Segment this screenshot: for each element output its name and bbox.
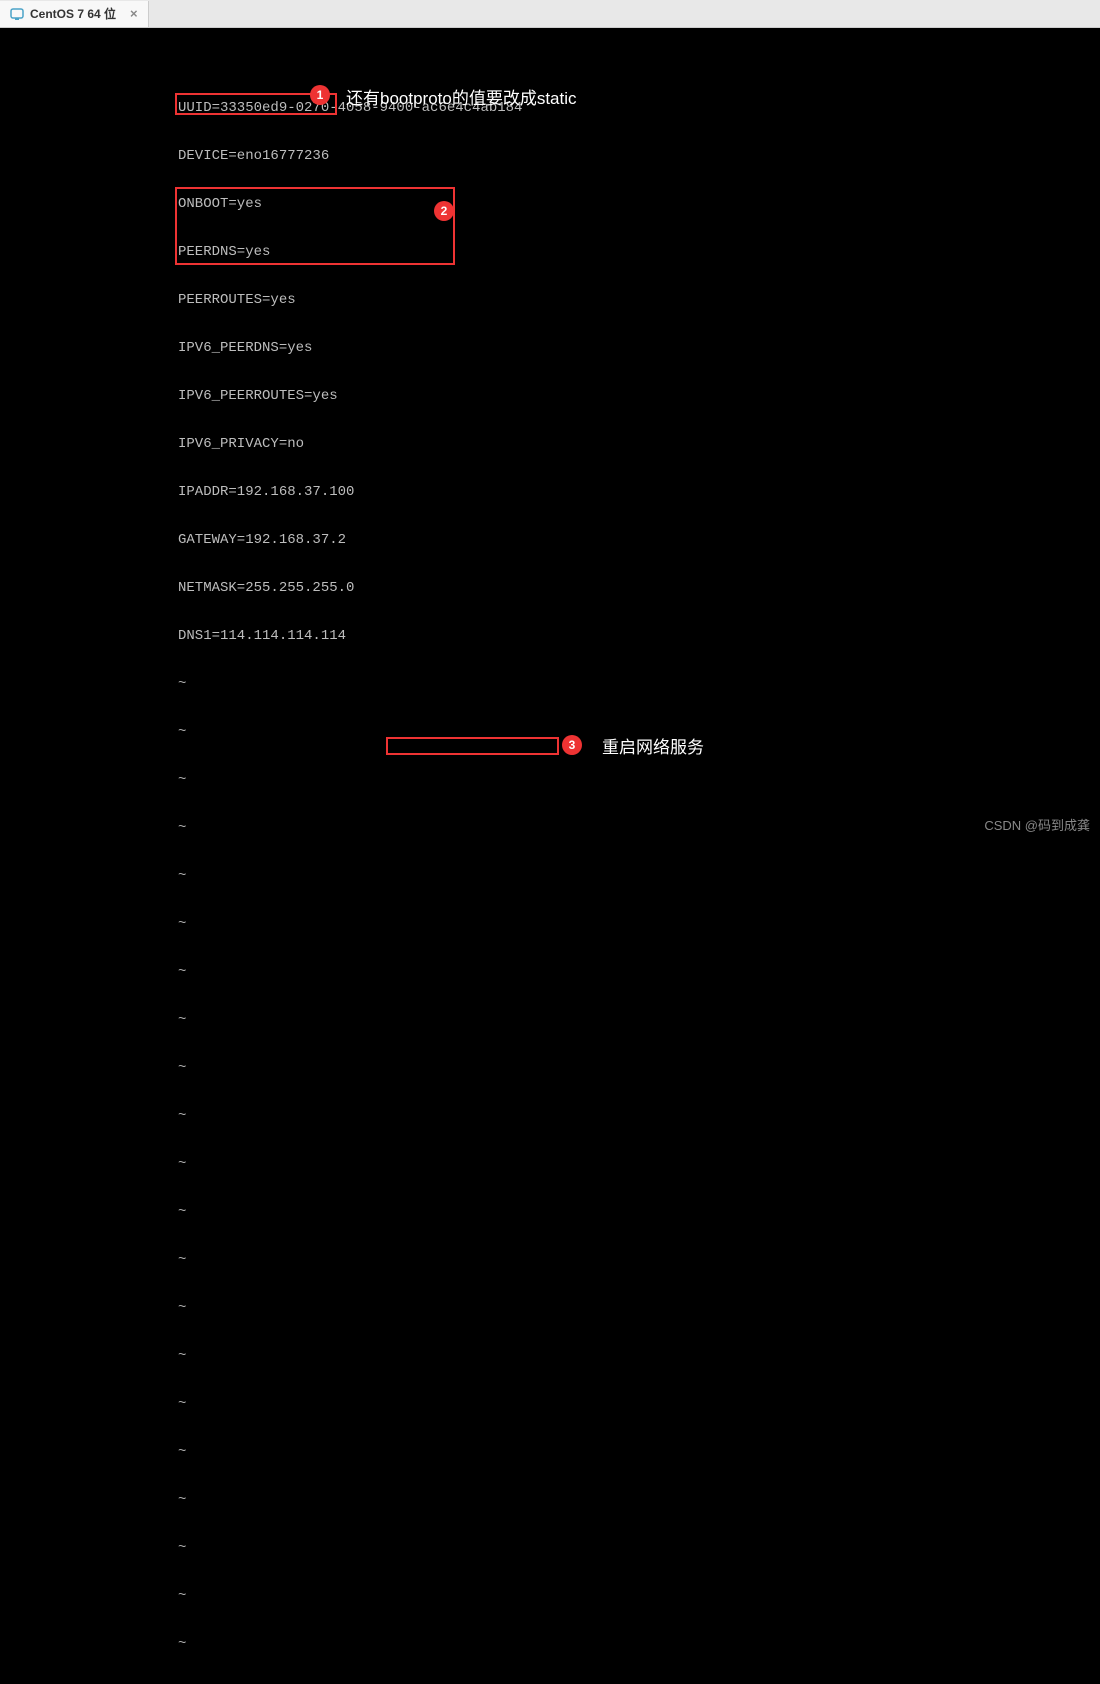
- cfg-netmask: NETMASK=255.255.255.0: [178, 580, 1100, 596]
- tab-bar: CentOS 7 64 位 ×: [0, 0, 1100, 28]
- cfg-ipaddr: IPADDR=192.168.37.100: [178, 484, 1100, 500]
- vm-icon: [10, 7, 24, 21]
- badge-3: 3: [562, 735, 582, 755]
- tilde-line: ~: [178, 820, 1100, 836]
- cfg-dns1: DNS1=114.114.114.114: [178, 628, 1100, 644]
- tilde-line: ~: [178, 1156, 1100, 1172]
- cfg-onboot: ONBOOT=yes: [178, 196, 1100, 212]
- tilde-line: ~: [178, 1348, 1100, 1364]
- tilde-line: ~: [178, 1300, 1100, 1316]
- tilde-line: ~: [178, 676, 1100, 692]
- badge-1: 1: [310, 85, 330, 105]
- tilde-line: ~: [178, 916, 1100, 932]
- cfg-peerroutes: PEERROUTES=yes: [178, 292, 1100, 308]
- annotation-3: 重启网络服务: [602, 733, 704, 758]
- cfg-ipv6peerroutes: IPV6_PEERROUTES=yes: [178, 388, 1100, 404]
- watermark: CSDN @码到成龚: [984, 815, 1090, 834]
- badge-2: 2: [434, 201, 454, 221]
- tilde-line: ~: [178, 772, 1100, 788]
- close-icon[interactable]: ×: [128, 6, 140, 21]
- tilde-line: ~: [178, 1252, 1100, 1268]
- tilde-line: ~: [178, 1588, 1100, 1604]
- tilde-line: ~: [178, 1108, 1100, 1124]
- tilde-line: ~: [178, 1492, 1100, 1508]
- annotation-1: 还有bootproto的值要改成static: [346, 84, 577, 109]
- cfg-device: DEVICE=eno16777236: [178, 148, 1100, 164]
- cfg-gateway: GATEWAY=192.168.37.2: [178, 532, 1100, 548]
- tilde-line: ~: [178, 1396, 1100, 1412]
- tilde-line: ~: [178, 868, 1100, 884]
- cfg-ipv6peerdns: IPV6_PEERDNS=yes: [178, 340, 1100, 356]
- tilde-line: ~: [178, 1636, 1100, 1652]
- cfg-ipv6privacy: IPV6_PRIVACY=no: [178, 436, 1100, 452]
- tilde-line: ~: [178, 1012, 1100, 1028]
- vm-tab[interactable]: CentOS 7 64 位 ×: [0, 1, 149, 27]
- tilde-line: ~: [178, 1540, 1100, 1556]
- terminal[interactable]: UUID=33350ed9-0270-4058-9400-ac6e4c4ab18…: [0, 28, 1100, 842]
- tilde-line: ~: [178, 1204, 1100, 1220]
- tilde-line: ~: [178, 1060, 1100, 1076]
- tab-title: CentOS 7 64 位: [30, 5, 116, 22]
- tilde-line: ~: [178, 1444, 1100, 1460]
- tilde-line: ~: [178, 964, 1100, 980]
- cfg-peerdns: PEERDNS=yes: [178, 244, 1100, 260]
